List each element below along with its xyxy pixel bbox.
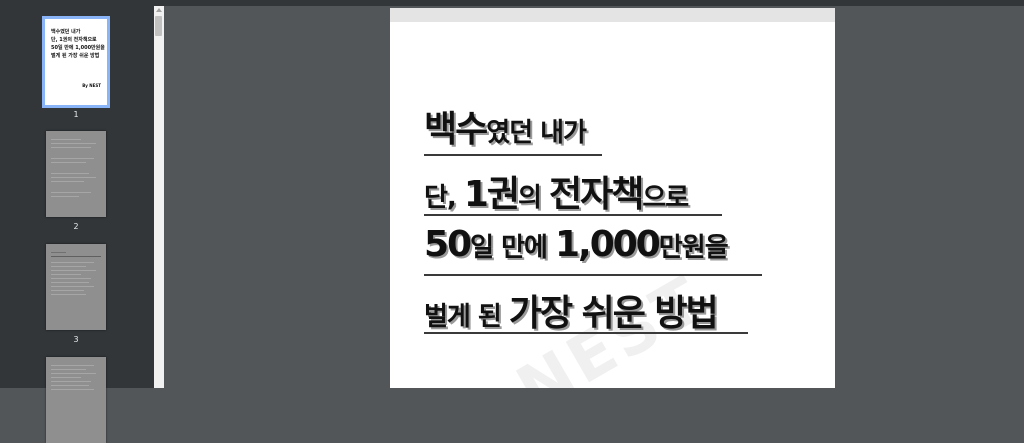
title-fragment: 1,000 [554, 224, 661, 265]
scrollbar-thumb[interactable] [155, 16, 162, 36]
title-line-2: 단, 1권의 전자책으로 [424, 165, 689, 217]
page-thumbnail-4[interactable] [46, 357, 106, 443]
title-fragment: 단, [424, 183, 464, 213]
thumbnail-text-lines [51, 139, 101, 200]
page-top-strip [390, 8, 835, 22]
title-fragment: 였던 내가 [486, 118, 587, 148]
page-number-label: 3 [73, 335, 79, 344]
title-fragment: 1권 [463, 174, 520, 215]
title-underline [424, 214, 722, 216]
scroll-up-arrow-icon[interactable] [156, 8, 162, 12]
thumbnail-byline: By NEST [82, 83, 101, 88]
thumbnail-text-lines [51, 365, 101, 393]
document-page: NEST 백수였던 내가 단, 1권의 전자책으로 50일 만에 1,000만원… [390, 8, 835, 388]
title-underline [424, 274, 762, 276]
title-line-4: 벌게 된 가장 쉬운 방법 [424, 284, 719, 336]
title-line-1: 백수였던 내가 [424, 100, 587, 152]
thumbnail-sidebar: 백수였던 내가 단, 1권의 전자책으로 50일 만에 1,000만원을 벌게 … [0, 6, 154, 443]
page-thumbnail-3[interactable] [46, 244, 106, 330]
title-fragment: 전자책 [549, 174, 644, 215]
title-fragment: 가장 쉬운 방법 [508, 293, 719, 334]
sidebar-scrollbar[interactable] [154, 6, 164, 388]
title-fragment: 일 만에 [470, 233, 555, 263]
page-number-label: 1 [73, 110, 79, 119]
page-thumbnail-1[interactable]: 백수였던 내가 단, 1권의 전자책으로 50일 만에 1,000만원을 벌게 … [42, 16, 110, 108]
page-number-label: 2 [73, 222, 79, 231]
thumbnail-page-preview: 백수였던 내가 단, 1권의 전자책으로 50일 만에 1,000만원을 벌게 … [45, 19, 107, 105]
title-fragment: 의 [518, 183, 550, 213]
title-line-3: 50일 만에 1,000만원을 [424, 224, 729, 265]
thumbnail-text-lines [51, 252, 101, 298]
title-fragment: 백수 [424, 109, 488, 150]
title-fragment: 벌게 된 [424, 302, 509, 332]
title-fragment: 50 [424, 224, 472, 265]
page-thumbnail-2[interactable] [46, 131, 106, 217]
title-underline [424, 332, 748, 334]
title-fragment: 으로 [642, 183, 689, 213]
title-underline [424, 154, 602, 156]
title-fragment: 만원을 [658, 233, 729, 263]
thumbnail-title-text: 백수였던 내가 단, 1권의 전자책으로 50일 만에 1,000만원을 벌게 … [51, 29, 105, 59]
